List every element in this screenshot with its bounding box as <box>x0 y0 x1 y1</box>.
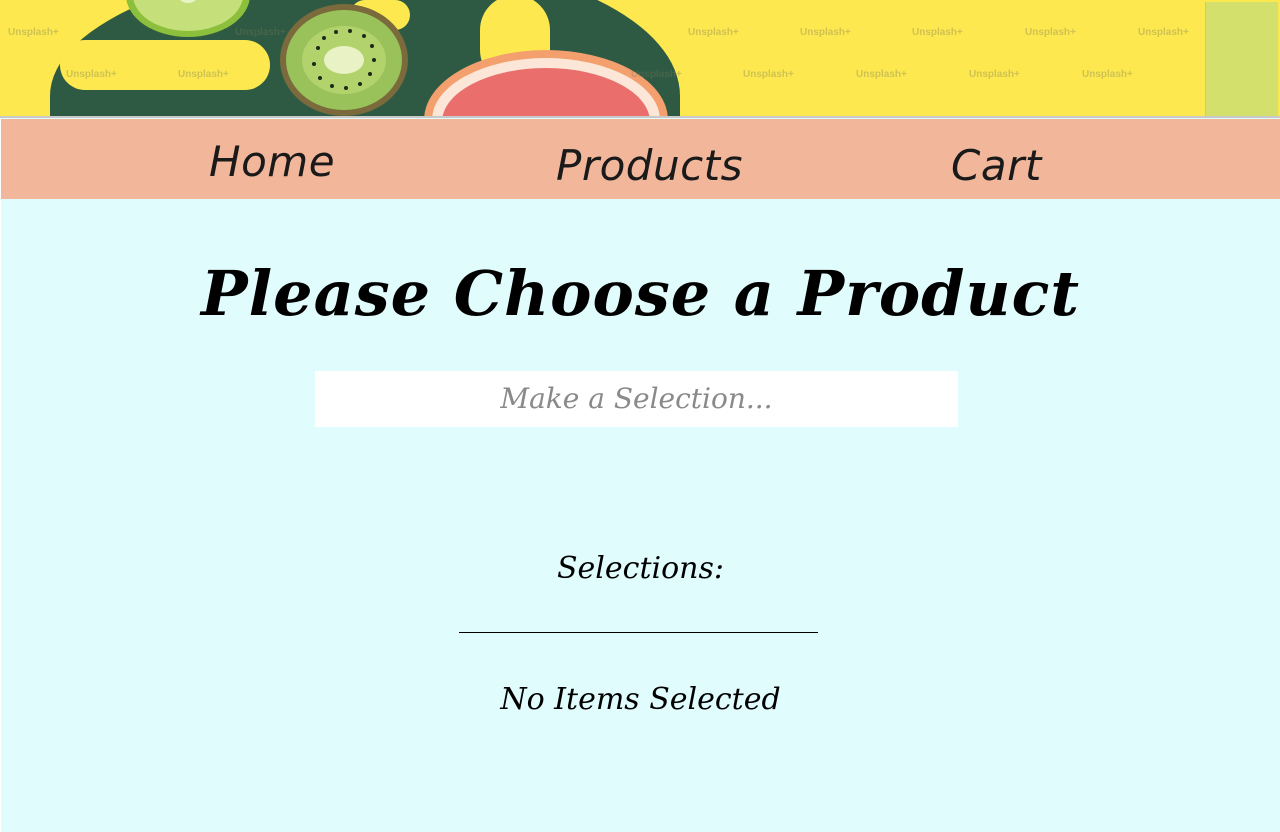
main-content: Please Choose a Product Make a Selection… <box>1 199 1280 832</box>
main-nav: Home Products Cart <box>1 119 1280 199</box>
nav-link-cart[interactable]: Cart <box>951 141 1042 190</box>
selections-divider <box>459 632 818 633</box>
nav-link-home[interactable]: Home <box>209 137 335 186</box>
selections-heading: Selections: <box>557 551 724 586</box>
product-select-placeholder: Make a Selection... <box>500 382 773 415</box>
grapefruit-icon <box>424 50 668 118</box>
lime-icon <box>126 0 250 37</box>
hero-side-panel <box>1205 2 1278 118</box>
hero-banner: Unsplash+ Unsplash+ Unsplash+ Unsplash+ … <box>0 0 1280 118</box>
hero-divider <box>0 116 1280 118</box>
kiwi-icon <box>280 4 408 116</box>
page-title: Please Choose a Product <box>200 257 1080 330</box>
fruit-illustration <box>126 0 668 118</box>
product-select[interactable]: Make a Selection... <box>315 371 958 427</box>
nav-link-products[interactable]: Products <box>556 141 743 190</box>
empty-selection-message: No Items Selected <box>500 682 781 717</box>
